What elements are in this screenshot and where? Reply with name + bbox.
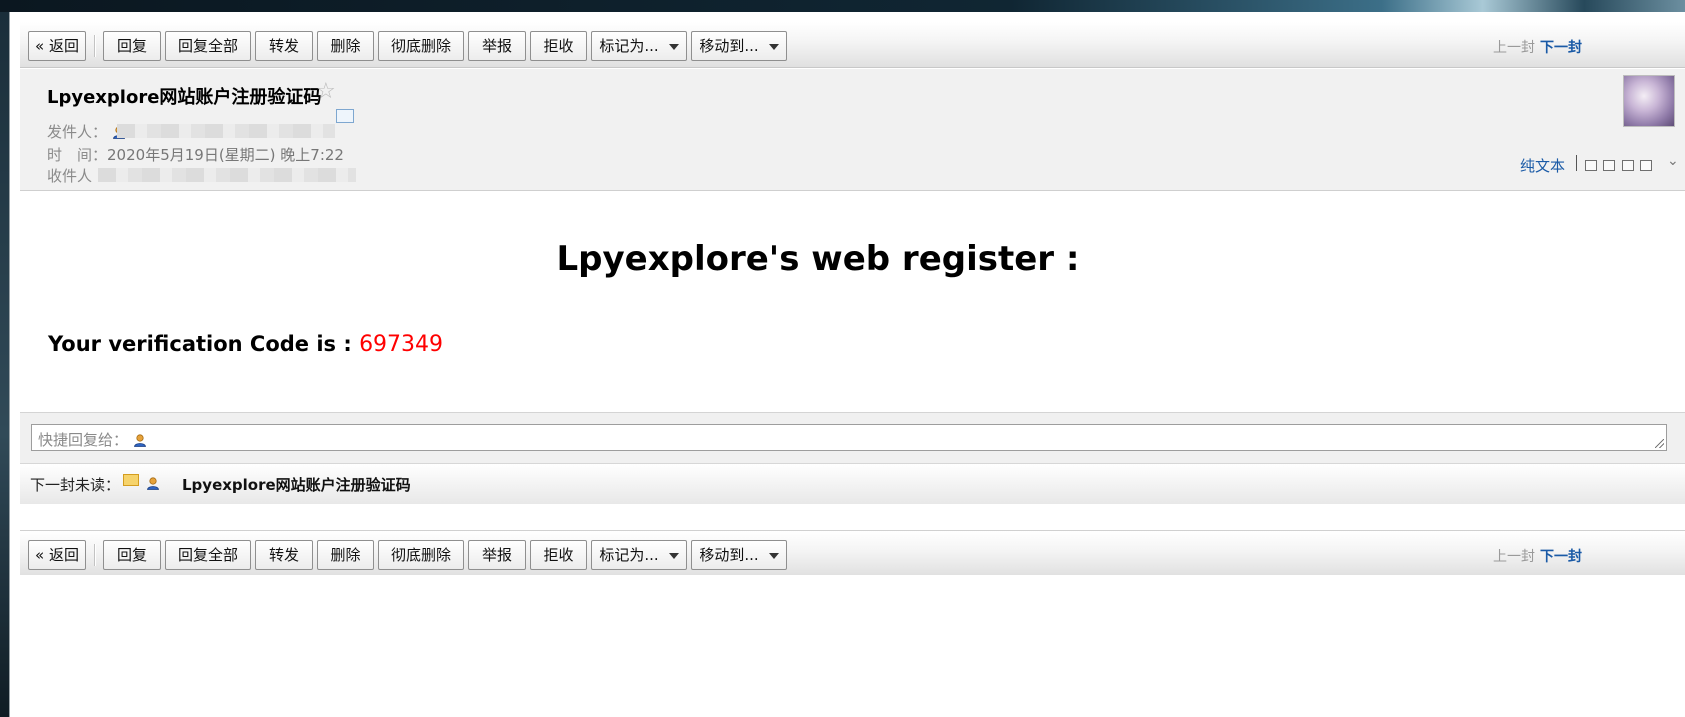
reply-all-button[interactable]: 回复全部 bbox=[165, 31, 251, 61]
delete-button[interactable]: 删除 bbox=[317, 31, 374, 61]
chevron-double-down-icon[interactable]: ⌄ bbox=[1667, 153, 1679, 169]
desktop-strip bbox=[0, 0, 1685, 12]
resize-handle-icon[interactable] bbox=[1655, 439, 1664, 448]
forward-button[interactable]: 转发 bbox=[255, 31, 313, 61]
reply-button[interactable]: 回复 bbox=[103, 540, 161, 570]
download-icon[interactable] bbox=[1622, 160, 1634, 171]
reject-button[interactable]: 拒收 bbox=[530, 31, 587, 61]
quick-reply-bar: 快捷回复给： bbox=[20, 412, 1685, 463]
chevron-down-icon bbox=[768, 552, 779, 559]
quick-reply-label-text: 快捷回复给： bbox=[38, 431, 129, 449]
from-row: 发件人： bbox=[47, 121, 126, 142]
back-button[interactable]: « 返回 bbox=[28, 540, 86, 570]
reply-all-button[interactable]: 回复全部 bbox=[165, 540, 251, 570]
star-icon[interactable]: ☆ bbox=[316, 79, 336, 104]
window-top-edge bbox=[10, 12, 1685, 22]
delete-button[interactable]: 删除 bbox=[317, 540, 374, 570]
print-icon[interactable] bbox=[1640, 160, 1652, 171]
mark-as-dropdown[interactable]: 标记为... bbox=[591, 31, 687, 61]
mark-as-label: 标记为... bbox=[599, 37, 659, 55]
back-button[interactable]: « 返回 bbox=[28, 31, 86, 61]
envelope-icon bbox=[123, 474, 139, 486]
toolbar-separator bbox=[94, 544, 96, 566]
time-row: 时 间：2020年5月19日(星期二) 晚上7:22 bbox=[47, 144, 344, 165]
next-unread-label: 下一封未读： bbox=[30, 476, 121, 494]
quick-reply-label: 快捷回复给： bbox=[38, 429, 147, 450]
person-icon bbox=[147, 477, 159, 490]
next-unread-subject[interactable]: Lpyexplore网站账户注册验证码 bbox=[182, 474, 411, 495]
time-label: 时 间： bbox=[47, 146, 108, 164]
reject-button[interactable]: 拒收 bbox=[530, 540, 587, 570]
to-row: 收件人 bbox=[47, 165, 92, 186]
delete-forever-button[interactable]: 彻底删除 bbox=[378, 540, 464, 570]
next-mail-link[interactable]: 下一封 bbox=[1540, 546, 1582, 566]
empty-area bbox=[20, 575, 1685, 717]
reply-button[interactable]: 回复 bbox=[103, 31, 161, 61]
person-icon bbox=[133, 434, 146, 447]
move-to-dropdown[interactable]: 移动到... bbox=[691, 540, 787, 570]
mail-window: « 返回 回复 回复全部 转发 删除 彻底删除 举报 拒收 标记为... 移动到… bbox=[9, 12, 1685, 717]
prev-mail-link[interactable]: 上一封 bbox=[1493, 37, 1535, 57]
sender-avatar bbox=[1623, 75, 1675, 127]
to-label: 收件人 bbox=[47, 167, 93, 185]
chevron-down-icon bbox=[668, 552, 679, 559]
prev-mail-link[interactable]: 上一封 bbox=[1493, 546, 1535, 566]
header-separator bbox=[1576, 155, 1577, 171]
mail-header: Lpyexplore网站账户注册验证码 ☆ 发件人： 时 间：2020年5月19… bbox=[20, 69, 1685, 191]
chevron-down-icon bbox=[768, 43, 779, 50]
recipient-address-redacted bbox=[98, 168, 356, 182]
chevron-down-icon bbox=[668, 43, 679, 50]
mail-heading: Lpyexplore's web register : bbox=[556, 239, 1080, 279]
delete-forever-button[interactable]: 彻底删除 bbox=[378, 31, 464, 61]
new-window-icon[interactable] bbox=[1585, 160, 1597, 171]
time-value: 2020年5月19日(星期二) 晚上7:22 bbox=[107, 146, 344, 164]
from-label: 发件人： bbox=[47, 123, 108, 141]
move-to-dropdown[interactable]: 移动到... bbox=[691, 31, 787, 61]
plain-text-link[interactable]: 纯文本 bbox=[1520, 155, 1565, 176]
report-button[interactable]: 举报 bbox=[468, 31, 526, 61]
desktop-edge bbox=[0, 12, 9, 717]
verification-line: Your verification Code is : 697349 bbox=[48, 332, 443, 357]
quick-reply-input[interactable]: 快捷回复给： bbox=[31, 424, 1667, 451]
toolbar-separator bbox=[94, 35, 96, 57]
report-button[interactable]: 举报 bbox=[468, 540, 526, 570]
mark-as-label: 标记为... bbox=[599, 546, 659, 564]
next-unread-bar: 下一封未读： Lpyexplore网站账户注册验证码 bbox=[20, 463, 1685, 504]
next-mail-link[interactable]: 下一封 bbox=[1540, 37, 1582, 57]
move-to-label: 移动到... bbox=[699, 546, 759, 564]
mail-body: Lpyexplore's web register : Your verific… bbox=[20, 191, 1685, 412]
forward-button[interactable]: 转发 bbox=[255, 540, 313, 570]
mark-as-dropdown[interactable]: 标记为... bbox=[591, 540, 687, 570]
mail-toolbar-top: « 返回 回复 回复全部 转发 删除 彻底删除 举报 拒收 标记为... 移动到… bbox=[20, 22, 1685, 68]
sender-address-redacted bbox=[117, 124, 335, 138]
move-to-label: 移动到... bbox=[699, 37, 759, 55]
mail-toolbar-bottom: « 返回 回复 回复全部 转发 删除 彻底删除 举报 拒收 标记为... 移动到… bbox=[20, 530, 1685, 577]
copy-icon[interactable] bbox=[1603, 160, 1615, 171]
contact-card-icon[interactable] bbox=[336, 109, 354, 123]
mail-subject: Lpyexplore网站账户注册验证码 bbox=[47, 87, 322, 108]
verification-prefix: Your verification Code is : bbox=[48, 332, 360, 356]
verification-code: 697349 bbox=[359, 332, 444, 357]
